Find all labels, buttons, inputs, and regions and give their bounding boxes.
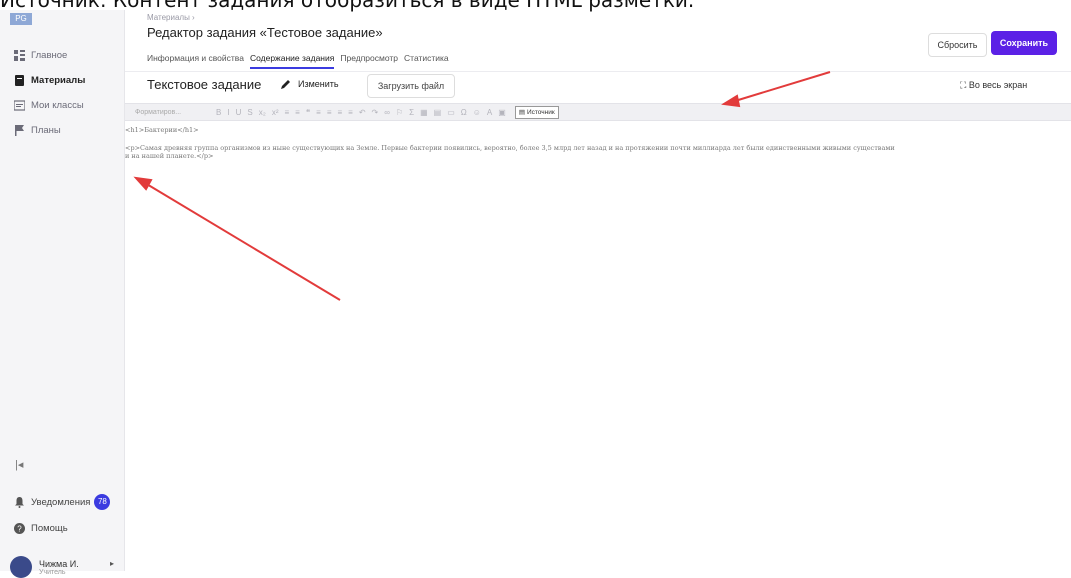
sidebar-item-label: Планы [31,124,61,136]
help-icon: ? [14,523,25,534]
bg-color-button[interactable]: ▣ [498,108,506,117]
tab-statistics[interactable]: Статистика [404,53,449,69]
source-button[interactable]: ▤ Источник [514,105,559,119]
save-button[interactable]: Сохранить [991,31,1057,55]
pencil-icon [281,80,290,89]
grid-icon [14,49,25,61]
tab-content[interactable]: Содержание задания [249,53,335,69]
anchor-button[interactable]: ⚐ [396,108,403,117]
sidebar-item-materials[interactable]: Материалы [14,72,85,88]
sidebar-item-label: Материалы [31,74,86,86]
tabs: Информация и свойства Содержание задания… [147,53,455,69]
hr-button[interactable]: ▭ [447,108,455,117]
image-button[interactable]: ▦ [420,108,428,117]
help-link[interactable]: ? Помощь [14,523,68,534]
strike-button[interactable]: S [247,108,252,117]
caption-text: Источник: Контент задания отобразиться в… [0,0,695,12]
tab-info[interactable]: Информация и свойства [147,53,244,69]
link-button[interactable]: ∞ [384,108,390,117]
user-role: Учитель [39,568,66,576]
align-left-button[interactable]: ≡ [316,108,321,117]
notifications-link[interactable]: Уведомления 78 [14,494,111,510]
code-line: <h1>Бактерии</h1> [125,126,199,134]
emoji-button[interactable]: ☺ [473,108,481,117]
source-editor[interactable]: <h1>Бактерии</h1> <p>Самая древняя групп… [125,126,1071,160]
redo-button[interactable]: ↷ [372,108,379,117]
tab-preview[interactable]: Предпросмотр [340,53,398,69]
fullscreen-button[interactable]: ⛶ Во весь экран [960,80,1027,91]
align-justify-button[interactable]: ≡ [348,108,353,117]
code-line: <p>Самая древняя группа организмов из ны… [125,144,895,152]
special-char-button[interactable]: Ω [461,108,467,117]
fullscreen-label: Во весь экран [968,80,1028,90]
reset-button[interactable]: Сбросить [928,33,987,57]
avatar [10,556,32,578]
bold-button[interactable]: B [216,108,221,117]
classes-icon [14,99,25,111]
help-label: Помощь [31,523,68,534]
divider [125,71,1071,72]
upload-file-button[interactable]: Загрузить файл [367,74,455,98]
superscript-button[interactable]: x² [272,108,279,117]
edit-label: Изменить [298,79,339,89]
collapse-sidebar-button[interactable]: |◂ [15,458,23,471]
bell-icon [15,496,24,508]
align-right-button[interactable]: ≡ [337,108,342,117]
editor-toolbar: Форматиров... B I U S x₂ x² ≡ ≡ ❝ ≡ ≡ ≡ … [125,103,1071,121]
sidebar-item-plans[interactable]: Планы [14,122,61,138]
bullet-list-button[interactable]: ≡ [295,108,300,117]
code-line: и на нашей планете.</p> [125,152,214,160]
format-select[interactable]: Форматиров... [135,109,213,116]
user-name: Чижма И. [39,558,79,569]
svg-text:?: ? [17,525,22,534]
underline-button[interactable]: U [236,108,242,117]
table-button[interactable]: ▤ [434,108,442,117]
section-title: Текстовое задание [147,77,262,92]
user-profile[interactable]: Чижма И. Учитель [10,556,79,578]
quote-button[interactable]: ❝ [306,108,310,117]
page-title: Редактор задания «Тестовое задание» [147,25,383,40]
text-color-button[interactable]: A [487,108,492,117]
notifications-label: Уведомления [31,496,91,508]
book-icon [15,74,24,86]
numbered-list-button[interactable]: ≡ [284,108,289,117]
subscript-button[interactable]: x₂ [259,108,266,117]
sidebar-item-classes[interactable]: Мои классы [14,97,84,113]
align-center-button[interactable]: ≡ [327,108,332,117]
main-content: Материалы › Редактор задания «Тестовое з… [125,10,1071,571]
breadcrumb[interactable]: Материалы › [147,13,195,22]
formula-button[interactable]: Σ [409,108,414,117]
source-icon: ▤ [518,109,525,116]
sidebar: PG Главное Материалы Мои классы Планы |◂… [0,10,125,578]
sidebar-item-label: Главное [31,49,68,61]
edit-button[interactable]: Изменить [280,78,339,90]
italic-button[interactable]: I [227,108,229,117]
flag-icon [15,124,24,136]
source-label: Источник [526,108,555,116]
chevron-right-icon[interactable]: ▸ [110,559,114,568]
notifications-badge: 78 [94,494,111,510]
sidebar-item-home[interactable]: Главное [14,47,67,63]
fullscreen-icon: ⛶ [960,80,969,90]
undo-button[interactable]: ↶ [359,108,366,117]
logo[interactable]: PG [10,13,32,25]
sidebar-item-label: Мои классы [31,99,84,111]
